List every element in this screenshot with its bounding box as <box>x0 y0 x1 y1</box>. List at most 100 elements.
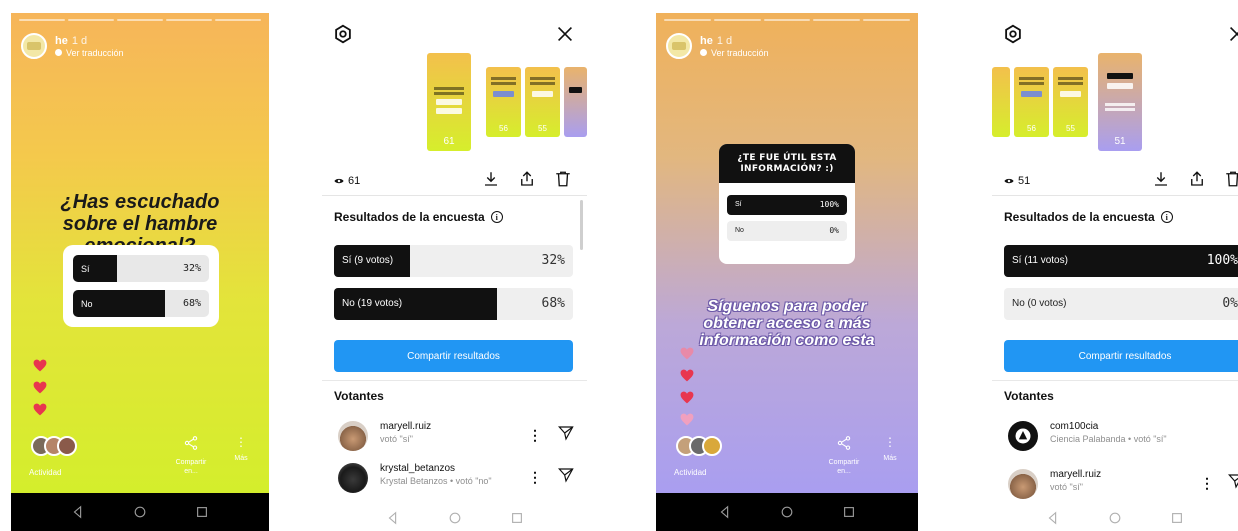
avatar[interactable] <box>1008 421 1038 451</box>
poll-option-yes[interactable]: Sí 32% <box>73 255 209 282</box>
more-button[interactable]: ⋮ Más <box>229 435 253 462</box>
result-option-label: Sí (11 votos) <box>1012 255 1068 266</box>
scrollbar[interactable] <box>580 200 583 250</box>
story-header: he 1 d Ver traducción <box>21 33 124 59</box>
home-nav-icon[interactable] <box>133 505 147 519</box>
section-title: Resultados de la encuesta i <box>1004 210 1173 224</box>
voter-row[interactable]: krystal_betanzos Krystal Betanzos • votó… <box>334 459 587 503</box>
voter-row[interactable]: com100cia Ciencia Palabanda • votó "sí" <box>1004 417 1238 461</box>
recents-nav-icon[interactable] <box>1170 511 1184 525</box>
story-thumbnail[interactable]: 55 <box>1053 67 1088 137</box>
story-thumbnail[interactable]: 56 <box>1014 67 1049 137</box>
result-option-no: No (0 votos) 0% <box>1004 288 1238 320</box>
back-nav-icon[interactable] <box>71 505 85 519</box>
recents-nav-icon[interactable] <box>195 505 209 519</box>
view-count[interactable]: 61 <box>334 175 360 187</box>
divider <box>322 380 587 381</box>
avatar[interactable] <box>666 33 692 59</box>
avatar[interactable] <box>338 421 368 451</box>
android-nav-bar <box>11 493 269 531</box>
share-button[interactable]: Compartir en... <box>824 435 864 476</box>
poll-sticker[interactable]: Sí 32% No 68% <box>63 245 219 327</box>
home-nav-icon[interactable] <box>1108 511 1122 525</box>
close-icon[interactable] <box>554 23 576 45</box>
voter-username[interactable]: krystal_betanzos <box>380 463 455 474</box>
trash-icon[interactable] <box>554 170 572 188</box>
share-icon[interactable] <box>1188 170 1206 188</box>
avatar[interactable] <box>338 463 368 493</box>
send-icon[interactable] <box>558 467 574 483</box>
more-vertical-icon[interactable]: ⋮ <box>528 427 542 444</box>
trash-icon[interactable] <box>1224 170 1238 188</box>
translate-link[interactable]: Ver traducción <box>55 48 124 58</box>
recents-nav-icon[interactable] <box>510 511 524 525</box>
more-vertical-icon[interactable]: ⋮ <box>1200 475 1214 492</box>
story-time: 1 d <box>716 34 733 47</box>
more-button[interactable]: ⋮ Más <box>878 435 902 462</box>
voter-username[interactable]: maryell.ruiz <box>1050 469 1101 480</box>
share-icon <box>837 436 851 450</box>
poll-option-percent: 0% <box>829 226 839 235</box>
poll-question: ¿TE FUE ÚTIL ESTA INFORMACIÓN? :) <box>719 144 855 183</box>
send-icon[interactable] <box>558 425 574 441</box>
download-icon[interactable] <box>1152 170 1170 188</box>
result-option-percent: 32% <box>541 253 565 268</box>
activity-avatars[interactable] <box>31 436 77 456</box>
settings-icon[interactable] <box>1002 23 1024 45</box>
share-label: Compartir en... <box>175 459 207 475</box>
story-progress <box>19 19 261 21</box>
results-panel-1: 61 56 55 61 Resultados de la encuesta i … <box>322 13 587 531</box>
download-icon[interactable] <box>482 170 500 188</box>
story-progress <box>664 19 910 21</box>
voter-row[interactable]: maryell.ruiz votó "sí" ⋮ <box>1004 465 1238 509</box>
translate-link[interactable]: Ver traducción <box>700 48 769 58</box>
story-thumbnail-selected[interactable]: 61 <box>427 53 471 151</box>
back-nav-icon[interactable] <box>1046 511 1060 525</box>
heart-icon <box>680 413 694 426</box>
avatar[interactable] <box>1008 469 1038 499</box>
share-button[interactable]: Compartir en... <box>171 435 211 476</box>
share-icon[interactable] <box>518 170 536 188</box>
settings-icon[interactable] <box>332 23 354 45</box>
home-nav-icon[interactable] <box>448 511 462 525</box>
voters-title: Votantes <box>334 389 384 403</box>
poll-results-title: Resultados de la encuesta <box>334 210 485 224</box>
story-thumbnail-selected[interactable]: 51 <box>1098 53 1142 151</box>
activity-label[interactable]: Actividad <box>29 468 61 477</box>
home-nav-icon[interactable] <box>780 505 794 519</box>
activity-avatars[interactable] <box>676 436 722 456</box>
back-nav-icon[interactable] <box>718 505 732 519</box>
story-username[interactable]: he <box>700 35 713 47</box>
poll-sticker[interactable]: ¿TE FUE ÚTIL ESTA INFORMACIÓN? :) Sí 100… <box>719 144 855 264</box>
story-thumbnail[interactable]: 56 <box>486 67 521 137</box>
share-results-button[interactable]: Compartir resultados <box>1004 340 1238 372</box>
send-icon[interactable] <box>1228 473 1238 489</box>
voter-row[interactable]: maryell.ruiz votó "sí" ⋮ <box>334 417 587 461</box>
voter-username[interactable]: maryell.ruiz <box>380 421 431 432</box>
close-icon[interactable] <box>1226 23 1238 45</box>
view-count[interactable]: 51 <box>1004 175 1030 187</box>
translate-label: Ver traducción <box>711 47 769 58</box>
recents-nav-icon[interactable] <box>842 505 856 519</box>
back-nav-icon[interactable] <box>386 511 400 525</box>
poll-option-no[interactable]: No 68% <box>73 290 209 317</box>
result-option-label: No (19 votos) <box>342 298 403 309</box>
more-vertical-icon[interactable]: ⋮ <box>528 469 542 486</box>
story-thumbnail[interactable] <box>992 67 1010 137</box>
thumbnail-view-count: 55 <box>538 124 547 133</box>
info-icon[interactable]: i <box>1160 211 1173 223</box>
poll-option-no[interactable]: No 0% <box>727 221 847 241</box>
avatar[interactable] <box>21 33 47 59</box>
info-icon[interactable]: i <box>490 211 503 223</box>
result-option-percent: 100% <box>1206 253 1238 268</box>
story-thumbnail[interactable] <box>564 67 587 137</box>
share-results-button[interactable]: Compartir resultados <box>334 340 573 372</box>
more-vertical-icon: ⋮ <box>884 435 896 449</box>
story-username[interactable]: he <box>55 35 68 47</box>
story-thumbnail[interactable]: 55 <box>525 67 560 137</box>
poll-option-yes[interactable]: Sí 100% <box>727 195 847 215</box>
activity-label[interactable]: Actividad <box>674 468 706 477</box>
voter-username[interactable]: com100cia <box>1050 421 1098 432</box>
section-title: Resultados de la encuesta i <box>334 210 503 224</box>
thumbnail-view-count: 61 <box>443 136 455 147</box>
